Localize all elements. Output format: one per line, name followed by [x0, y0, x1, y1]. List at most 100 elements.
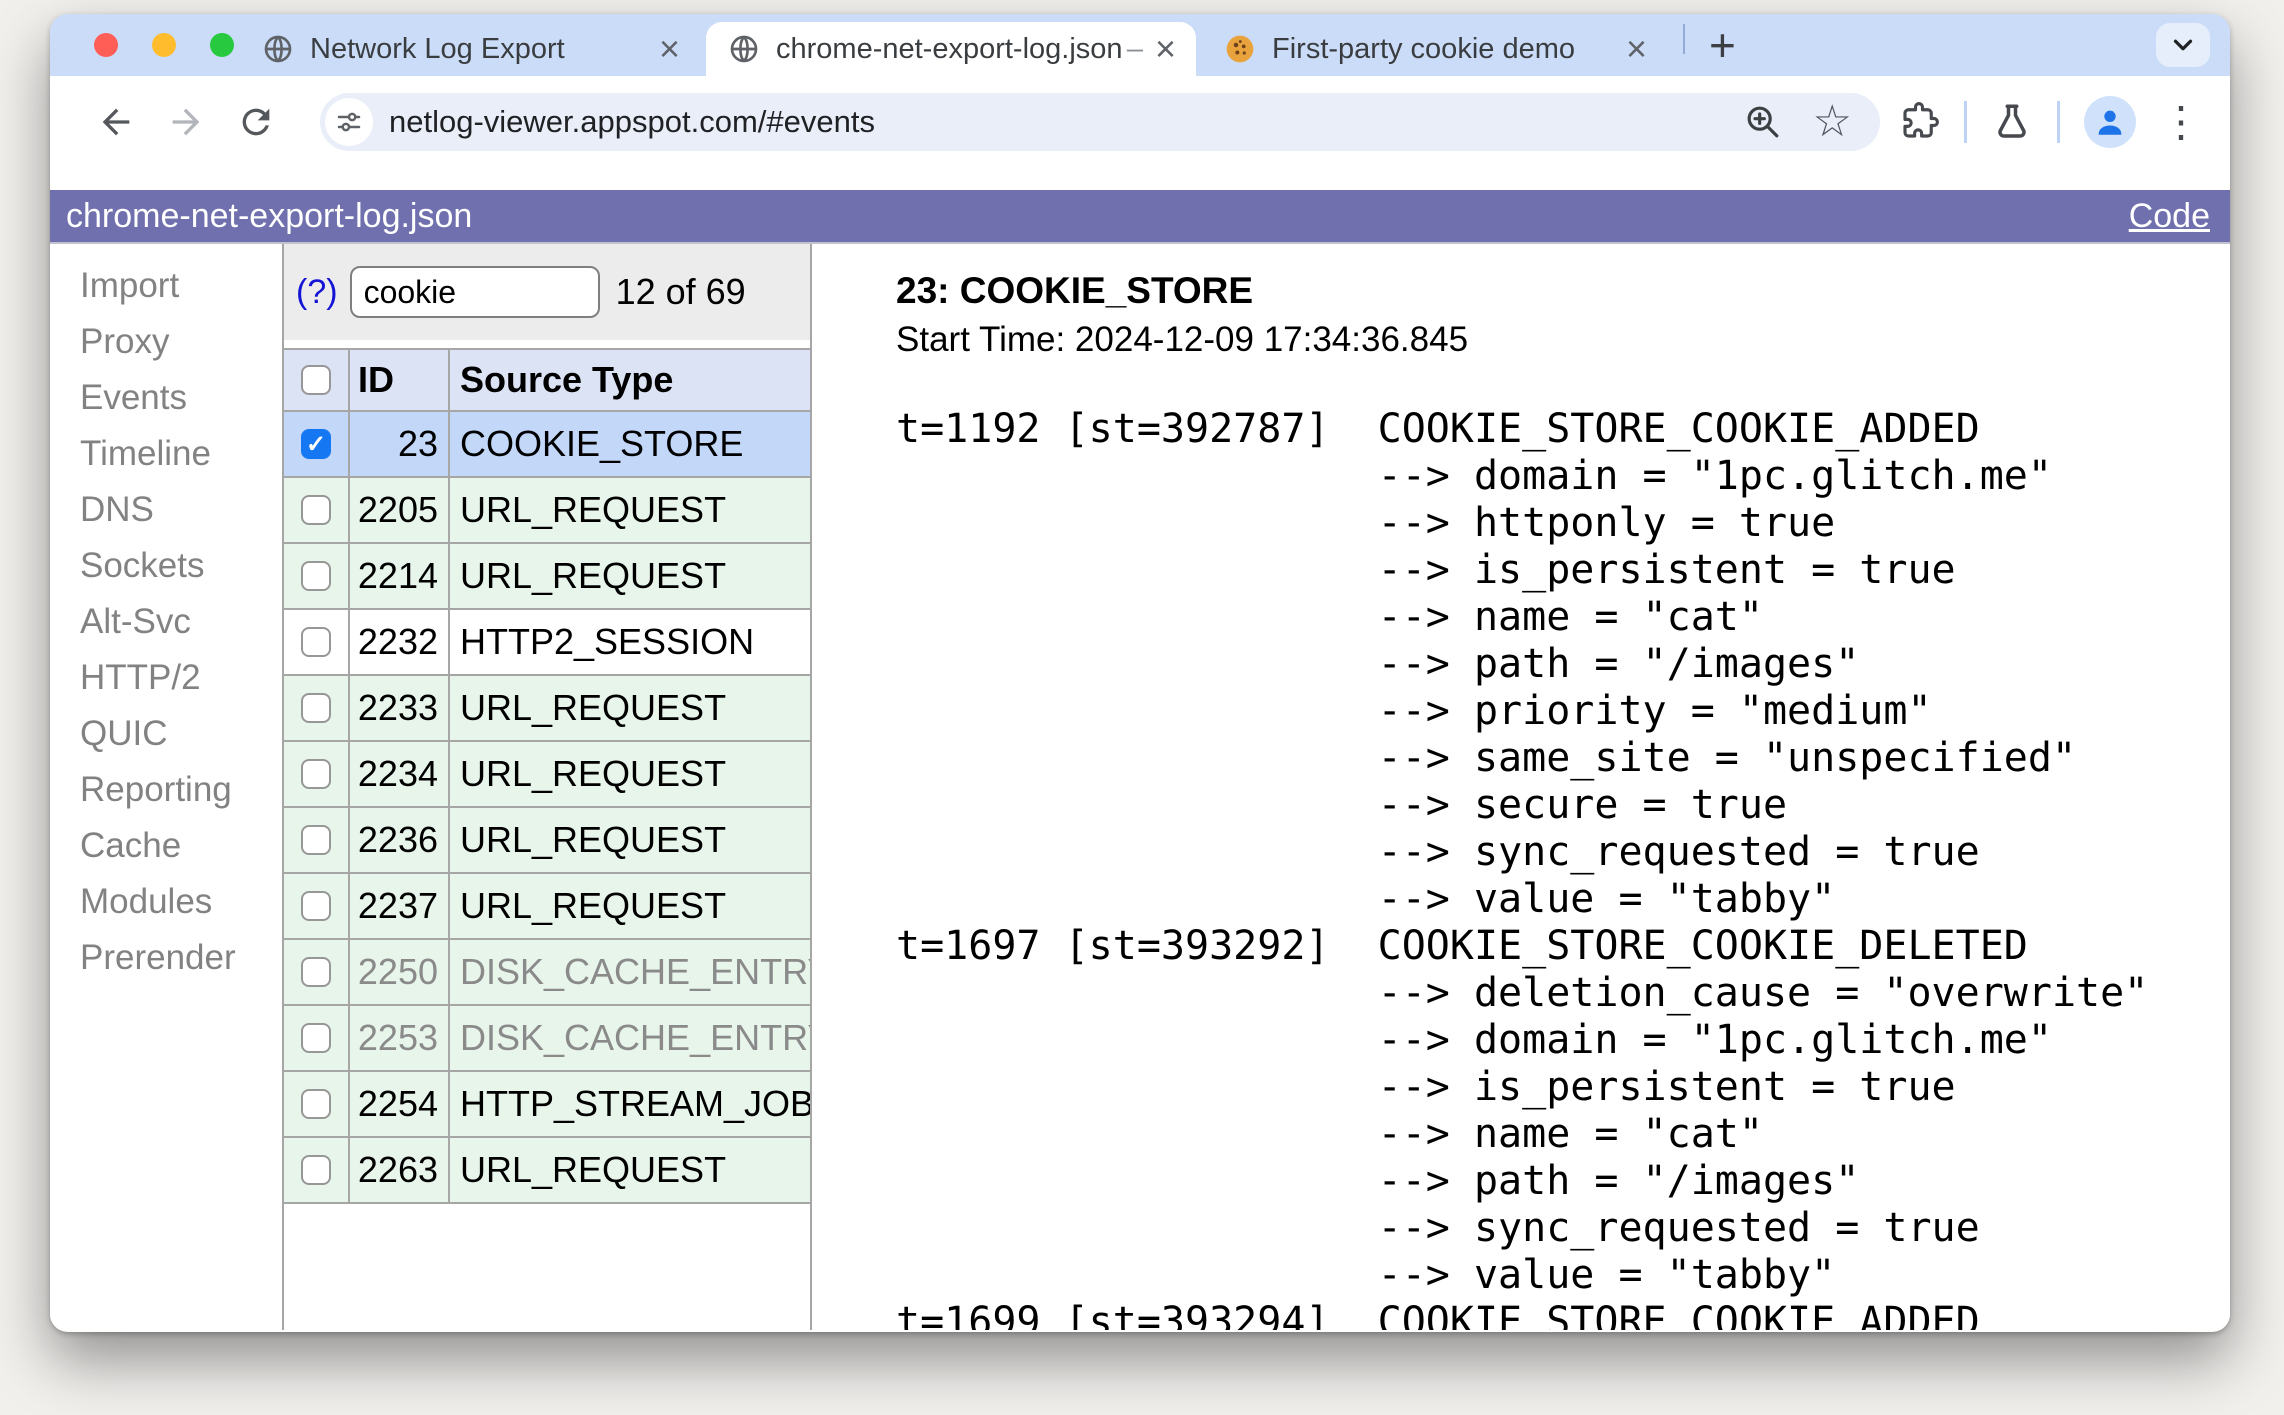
- tab-label: First-party cookie demo: [1272, 32, 1575, 65]
- sidebar-item-http2[interactable]: HTTP/2: [80, 650, 282, 706]
- filter-result-count: 12 of 69: [615, 271, 746, 312]
- row-checkbox-checked[interactable]: [301, 429, 331, 459]
- browser-toolbar: ☆ ⋮: [50, 76, 2230, 190]
- table-row[interactable]: 2237 URL_REQUEST: [284, 874, 810, 940]
- zoom-icon[interactable]: [1743, 102, 1783, 142]
- chevron-down-icon: [2168, 30, 2198, 60]
- row-id: 2214: [350, 544, 450, 608]
- close-tab-icon[interactable]: ×: [1622, 31, 1651, 67]
- code-link[interactable]: Code: [2129, 197, 2210, 236]
- close-tab-icon[interactable]: ×: [1151, 31, 1180, 67]
- event-details-panel[interactable]: 23: COOKIE_STORE Start Time: 2024-12-09 …: [812, 244, 2230, 1330]
- row-source-type: COOKIE_STORE: [460, 423, 744, 464]
- reload-button[interactable]: [234, 100, 278, 144]
- table-row[interactable]: 23 COOKIE_STORE: [284, 412, 810, 478]
- tab-first-party-cookie-demo[interactable]: First-party cookie demo ×: [1202, 22, 1667, 76]
- fullscreen-window-button[interactable]: [210, 33, 234, 57]
- bookmark-star-icon[interactable]: ☆: [1813, 100, 1852, 144]
- omnibox[interactable]: ☆: [320, 93, 1880, 151]
- row-id: 2234: [350, 742, 450, 806]
- tune-icon: [334, 107, 364, 137]
- table-row[interactable]: 2233 URL_REQUEST: [284, 676, 810, 742]
- table-row[interactable]: 2253 DISK_CACHE_ENTRY: [284, 1006, 810, 1072]
- row-checkbox[interactable]: [301, 495, 331, 525]
- row-source-type: HTTP2_SESSION: [460, 621, 755, 662]
- browser-menu-icon[interactable]: ⋮: [2160, 101, 2202, 143]
- select-all-checkbox[interactable]: [301, 365, 331, 395]
- row-checkbox[interactable]: [301, 1089, 331, 1119]
- sidebar-item-proxy[interactable]: Proxy: [80, 314, 282, 370]
- toolbar-separator: [1964, 101, 1967, 143]
- sidebar-item-sockets[interactable]: Sockets: [80, 538, 282, 594]
- sidebar-nav: Import Proxy Events Timeline DNS Sockets…: [50, 244, 282, 1330]
- sidebar-item-quic[interactable]: QUIC: [80, 706, 282, 762]
- table-row[interactable]: 2214 URL_REQUEST: [284, 544, 810, 610]
- row-checkbox[interactable]: [301, 1023, 331, 1053]
- tab-label: chrome-net-export-log.json: [776, 32, 1123, 65]
- row-id: 2254: [350, 1072, 450, 1136]
- filter-bar: (?) 12 of 69: [284, 244, 810, 340]
- row-source-type: HTTP_STREAM_JOB: [460, 1083, 810, 1124]
- row-checkbox[interactable]: [301, 759, 331, 789]
- row-checkbox[interactable]: [301, 825, 331, 855]
- loaded-file-title: chrome-net-export-log.json: [66, 196, 473, 235]
- tab-search-button[interactable]: [2156, 23, 2210, 67]
- tab-chrome-net-export-log[interactable]: chrome-net-export-log.json – ×: [706, 22, 1196, 76]
- back-button[interactable]: [94, 100, 138, 144]
- labs-flask-icon[interactable]: [1991, 101, 2033, 143]
- row-id: 2237: [350, 874, 450, 938]
- row-source-type: DISK_CACHE_ENTRY: [460, 1017, 810, 1058]
- events-list-panel: (?) 12 of 69 ID Source Type 23 COOKIE_ST…: [282, 244, 812, 1330]
- row-checkbox[interactable]: [301, 693, 331, 723]
- minimize-window-button[interactable]: [152, 33, 176, 57]
- sidebar-item-events[interactable]: Events: [80, 370, 282, 426]
- table-row[interactable]: 2232 HTTP2_SESSION: [284, 610, 810, 676]
- table-row[interactable]: 2254 HTTP_STREAM_JOB: [284, 1072, 810, 1138]
- table-row[interactable]: 2250 DISK_CACHE_ENTRY: [284, 940, 810, 1006]
- event-start-time: Start Time: 2024-12-09 17:34:36.845: [896, 320, 1469, 359]
- table-row[interactable]: 2263 URL_REQUEST: [284, 1138, 810, 1204]
- row-source-type: URL_REQUEST: [460, 885, 727, 926]
- sidebar-item-timeline[interactable]: Timeline: [80, 426, 282, 482]
- row-id: 2236: [350, 808, 450, 872]
- row-source-type: URL_REQUEST: [460, 687, 727, 728]
- table-row[interactable]: 2236 URL_REQUEST: [284, 808, 810, 874]
- events-table: ID Source Type 23 COOKIE_STORE 2205 URL_…: [284, 348, 810, 1204]
- column-header-source-type[interactable]: Source Type: [450, 350, 810, 410]
- row-id: 2205: [350, 478, 450, 542]
- url-input[interactable]: [389, 104, 1743, 140]
- tab-network-log-export[interactable]: Network Log Export ×: [240, 22, 700, 76]
- row-source-type: URL_REQUEST: [460, 753, 727, 794]
- table-row[interactable]: 2205 URL_REQUEST: [284, 478, 810, 544]
- close-tab-icon[interactable]: ×: [655, 31, 684, 67]
- table-row[interactable]: 2234 URL_REQUEST: [284, 742, 810, 808]
- row-checkbox[interactable]: [301, 957, 331, 987]
- event-log-text: t=1192 [st=392787] COOKIE_STORE_COOKIE_A…: [896, 406, 2149, 1330]
- sidebar-item-reporting[interactable]: Reporting: [80, 762, 282, 818]
- row-checkbox[interactable]: [301, 627, 331, 657]
- filter-help-link[interactable]: (?): [296, 273, 338, 312]
- new-tab-button[interactable]: +: [1701, 22, 1744, 68]
- filter-input[interactable]: [349, 266, 600, 318]
- sidebar-item-modules[interactable]: Modules: [80, 874, 282, 930]
- sidebar-item-dns[interactable]: DNS: [80, 482, 282, 538]
- forward-button[interactable]: [164, 100, 208, 144]
- toolbar-separator: [2057, 101, 2060, 143]
- profile-avatar[interactable]: [2084, 96, 2136, 148]
- close-window-button[interactable]: [94, 33, 118, 57]
- sidebar-item-prerender[interactable]: Prerender: [80, 930, 282, 986]
- netlog-content: Import Proxy Events Timeline DNS Sockets…: [50, 244, 2230, 1330]
- row-checkbox[interactable]: [301, 1155, 331, 1185]
- site-info-button[interactable]: [325, 98, 373, 146]
- row-checkbox[interactable]: [301, 891, 331, 921]
- sidebar-item-import[interactable]: Import: [80, 258, 282, 314]
- row-checkbox[interactable]: [301, 561, 331, 591]
- row-source-type: DISK_CACHE_ENTRY: [460, 951, 810, 992]
- sidebar-item-cache[interactable]: Cache: [80, 818, 282, 874]
- window-controls: [94, 33, 234, 57]
- sidebar-item-altsvc[interactable]: Alt-Svc: [80, 594, 282, 650]
- column-header-id[interactable]: ID: [350, 350, 450, 410]
- extensions-icon[interactable]: [1898, 101, 1940, 143]
- cookie-icon: [1224, 33, 1256, 65]
- row-source-type: URL_REQUEST: [460, 489, 727, 530]
